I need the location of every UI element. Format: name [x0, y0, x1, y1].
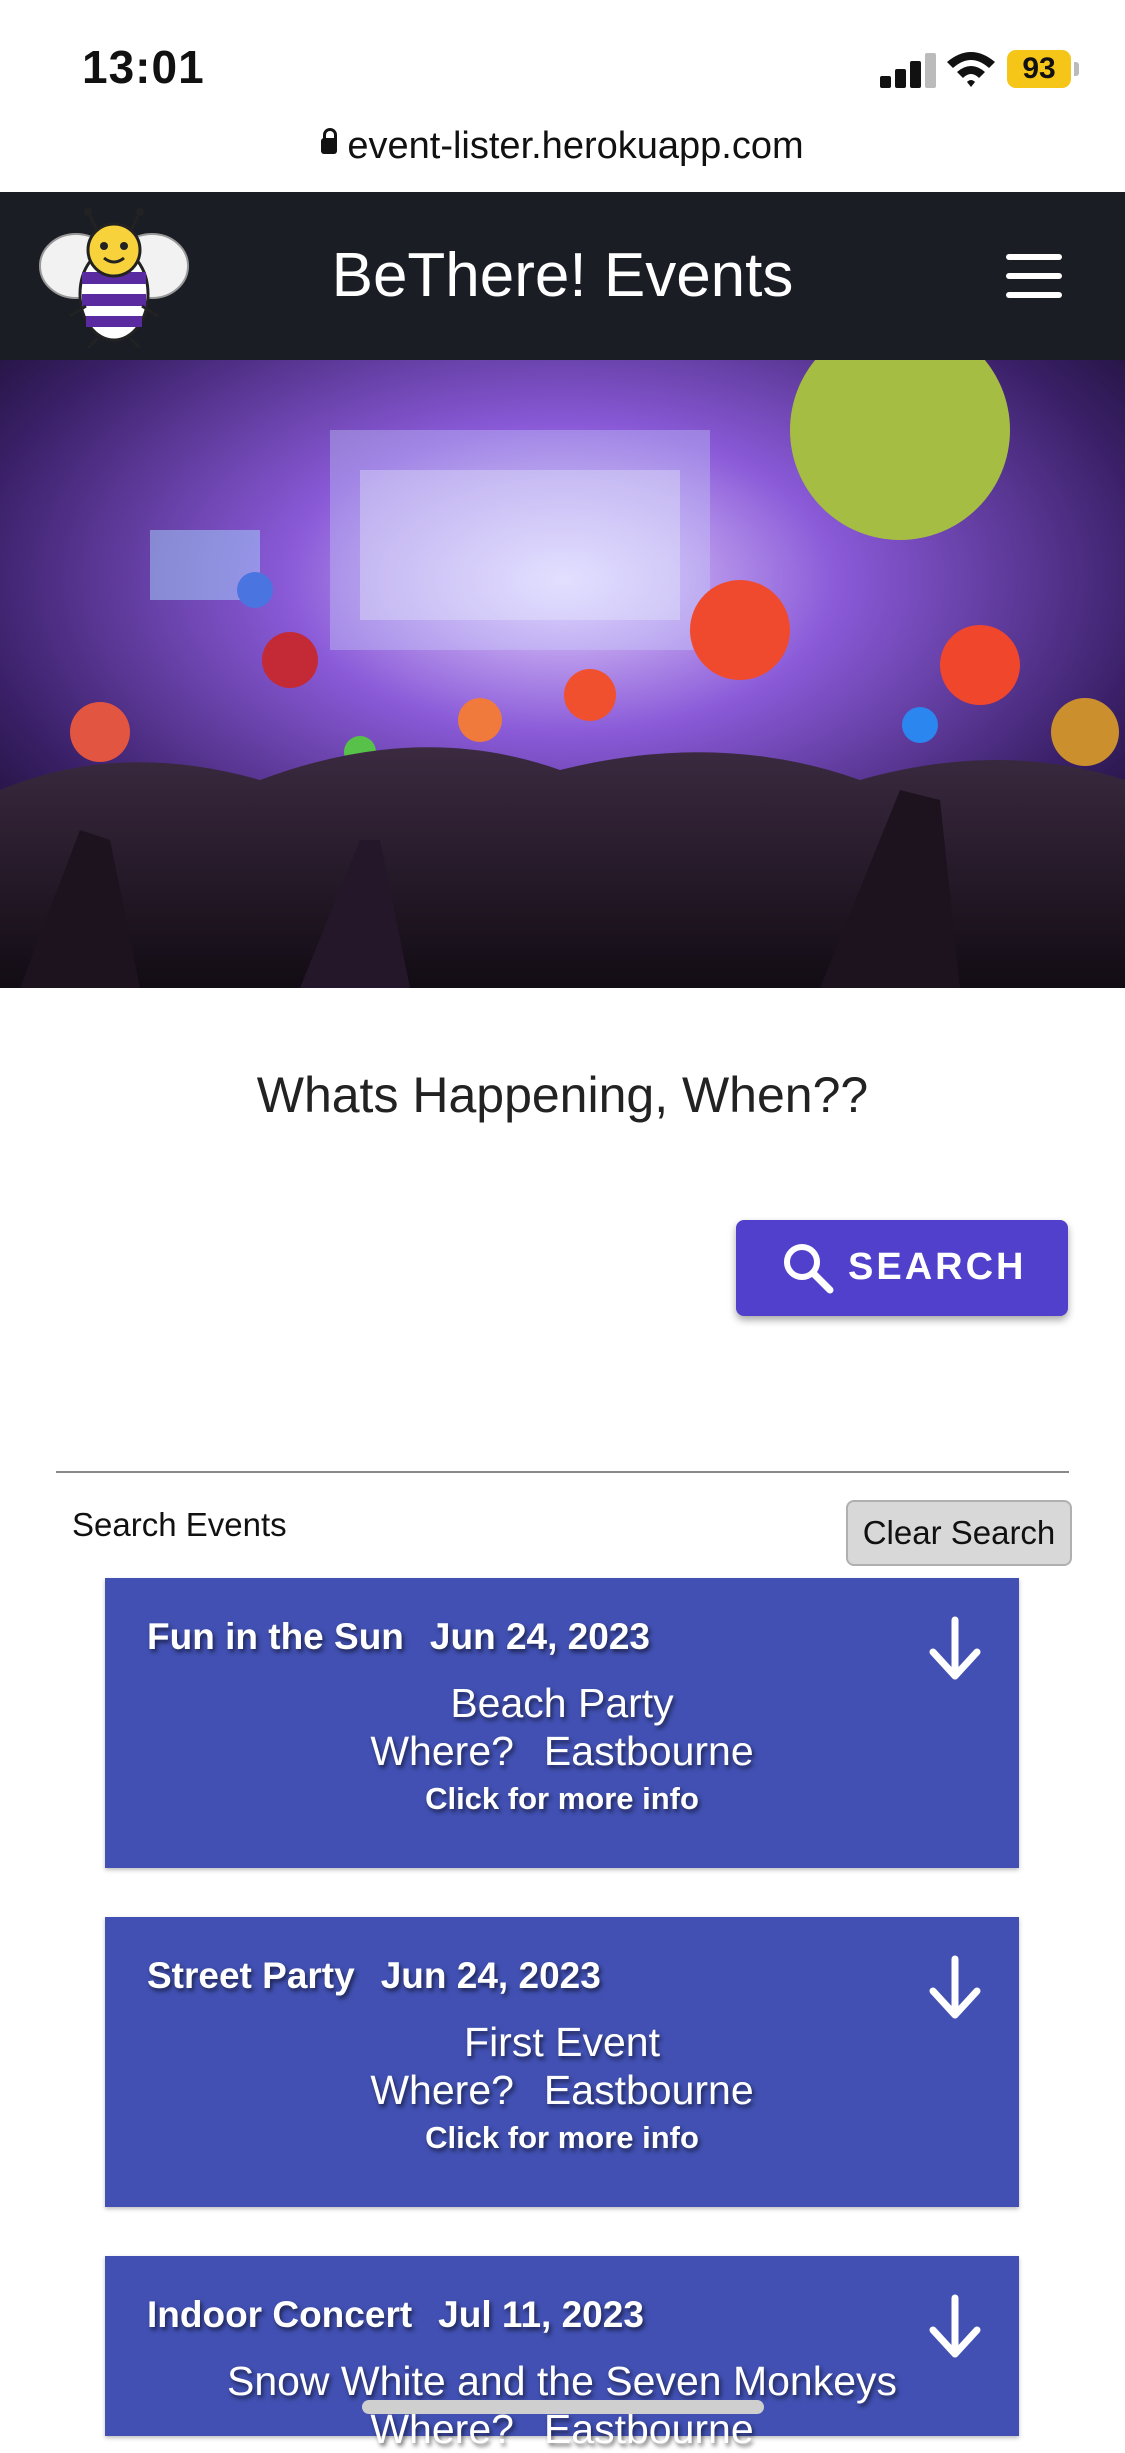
event-category: Street Party — [147, 1955, 355, 1996]
wifi-icon — [947, 52, 995, 87]
where-label: Where? — [370, 2067, 514, 2113]
address-bar[interactable]: event-lister.herokuapp.com — [0, 125, 1125, 191]
event-location: Where? Eastbourne — [105, 2067, 1019, 2114]
url-text: event-lister.herokuapp.com — [347, 125, 804, 167]
event-title: Beach Party — [450, 1680, 674, 1726]
hero-concert-image — [0, 360, 1125, 988]
more-info-link[interactable]: Click for more info — [105, 2120, 1019, 2156]
divider — [56, 1471, 1069, 1473]
search-button[interactable]: SEARCH — [736, 1220, 1068, 1316]
arrow-down-icon[interactable] — [927, 1616, 983, 1682]
search-button-label: SEARCH — [848, 1246, 1027, 1288]
event-category: Fun in the Sun — [147, 1616, 404, 1657]
search-events-label: Search Events — [72, 1506, 287, 1543]
home-indicator[interactable] — [362, 2400, 764, 2414]
event-location: Where? Eastbourne — [105, 1728, 1019, 1775]
event-title: Snow White and the Seven Monkeys — [226, 2358, 898, 2404]
navbar: BeThere! Events — [0, 192, 1125, 360]
lock-icon — [321, 127, 338, 154]
page-tagline: Whats Happening, When?? — [256, 1067, 869, 1123]
arrow-down-icon[interactable] — [927, 2294, 983, 2360]
location-value: Eastbourne — [543, 1728, 754, 1774]
search-icon — [784, 1244, 834, 1294]
status-bar: 13:01 93 — [0, 0, 1125, 140]
clear-search-button[interactable]: Clear Search — [846, 1500, 1072, 1566]
event-card[interactable]: Fun in the Sun Jun 24, 2023 Beach Party W… — [105, 1578, 1019, 1868]
event-date: Jun 24, 2023 — [429, 1616, 650, 1657]
event-title: First Event — [464, 2019, 660, 2065]
event-category: Indoor Concert — [147, 2294, 413, 2335]
where-label: Where? — [370, 1728, 514, 1774]
cellular-signal-icon — [880, 52, 940, 88]
event-header: Fun in the Sun Jun 24, 2023 — [147, 1616, 650, 1658]
battery-indicator: 93 — [1007, 50, 1071, 88]
event-header: Street Party Jun 24, 2023 — [147, 1955, 601, 1997]
location-value: Eastbourne — [543, 2067, 754, 2113]
arrow-down-icon[interactable] — [927, 1955, 983, 2021]
event-date: Jun 24, 2023 — [380, 1955, 601, 1996]
site-brand[interactable]: BeThere! Events — [0, 240, 1125, 311]
battery-tip — [1074, 62, 1079, 76]
event-card[interactable]: Street Party Jun 24, 2023 First Event Whe… — [105, 1917, 1019, 2207]
menu-icon[interactable] — [1006, 254, 1062, 298]
clock: 13:01 — [82, 41, 205, 93]
more-info-link[interactable]: Click for more info — [105, 1781, 1019, 1817]
event-date: Jul 11, 2023 — [438, 2294, 644, 2335]
event-header: Indoor Concert Jul 11, 2023 — [147, 2294, 644, 2336]
